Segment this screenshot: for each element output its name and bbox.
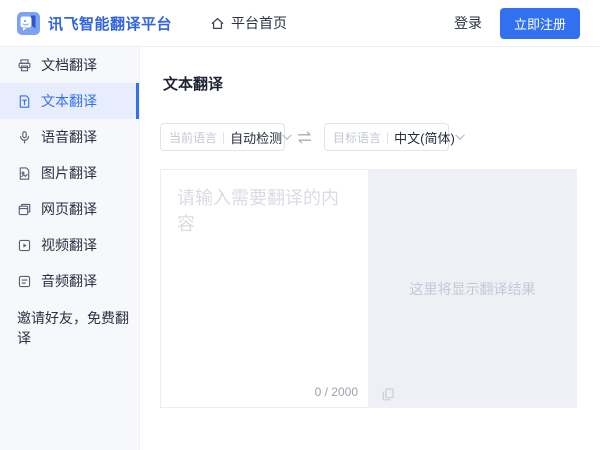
chevron-down-icon <box>455 134 465 141</box>
swap-languages-icon[interactable] <box>296 131 313 144</box>
chevron-down-icon <box>282 134 292 141</box>
audio-translate-icon <box>17 274 32 289</box>
sidebar-item-document-translate[interactable]: 文档翻译 <box>0 47 139 83</box>
home-nav-link[interactable]: 平台首页 <box>210 13 287 33</box>
sidebar-item-webpage-translate[interactable]: 网页翻译 <box>0 191 139 227</box>
sidebar: 文档翻译 文本翻译 语音翻译 图片翻译 <box>0 47 140 450</box>
copy-result-icon[interactable] <box>382 388 394 401</box>
sidebar-item-voice-translate[interactable]: 语音翻译 <box>0 119 139 155</box>
register-button[interactable]: 立即注册 <box>500 8 580 39</box>
translation-input[interactable] <box>161 170 368 370</box>
main-content: 文本翻译 当前语言 | 自动检测 目标语言 | 中文(简体) <box>140 47 600 450</box>
separator: | <box>386 130 389 144</box>
sidebar-item-label: 音频翻译 <box>41 271 97 291</box>
source-language-select[interactable]: 当前语言 | 自动检测 <box>160 123 285 151</box>
image-translate-icon <box>17 166 32 181</box>
sidebar-item-label: 网页翻译 <box>41 199 97 219</box>
char-count: 0 / 2000 <box>315 385 358 399</box>
separator: | <box>222 130 225 144</box>
platform-logo[interactable]: 讯飞智能翻译平台 <box>17 12 172 35</box>
logo-icon <box>17 12 40 35</box>
logo-title: 讯飞智能翻译平台 <box>48 13 172 34</box>
document-translate-icon <box>17 58 32 73</box>
sidebar-item-image-translate[interactable]: 图片翻译 <box>0 155 139 191</box>
sidebar-item-video-translate[interactable]: 视频翻译 <box>0 227 139 263</box>
sidebar-item-label: 图片翻译 <box>41 163 97 183</box>
translation-panels: 0 / 2000 这里将显示翻译结果 <box>160 169 577 408</box>
translation-input-panel: 0 / 2000 <box>160 169 368 408</box>
login-link[interactable]: 登录 <box>454 13 482 33</box>
source-language-label: 当前语言 <box>169 129 217 146</box>
target-language-label: 目标语言 <box>333 129 381 146</box>
webpage-translate-icon <box>17 202 32 217</box>
sidebar-item-label: 语音翻译 <box>41 127 97 147</box>
top-header: 讯飞智能翻译平台 平台首页 登录 立即注册 <box>0 0 600 47</box>
text-translate-icon <box>17 94 32 109</box>
video-translate-icon <box>17 238 32 253</box>
result-placeholder-text: 这里将显示翻译结果 <box>410 279 536 299</box>
sidebar-item-text-translate[interactable]: 文本翻译 <box>0 83 139 119</box>
translation-result-panel: 这里将显示翻译结果 <box>368 169 577 408</box>
sidebar-item-label: 视频翻译 <box>41 235 97 255</box>
sidebar-item-label: 文本翻译 <box>41 91 97 111</box>
invite-friends-link[interactable]: 邀请好友，免费翻译 <box>0 308 139 348</box>
target-language-select[interactable]: 目标语言 | 中文(简体) <box>324 123 449 151</box>
home-nav-label: 平台首页 <box>231 13 287 33</box>
sidebar-item-label: 文档翻译 <box>41 55 97 75</box>
source-language-value: 自动检测 <box>230 128 282 147</box>
page-title: 文本翻译 <box>163 73 600 94</box>
language-bar: 当前语言 | 自动检测 目标语言 | 中文(简体) <box>160 123 600 151</box>
voice-translate-icon <box>17 130 32 145</box>
target-language-value: 中文(简体) <box>394 128 455 147</box>
home-icon <box>210 16 225 31</box>
sidebar-item-audio-translate[interactable]: 音频翻译 <box>0 263 139 299</box>
